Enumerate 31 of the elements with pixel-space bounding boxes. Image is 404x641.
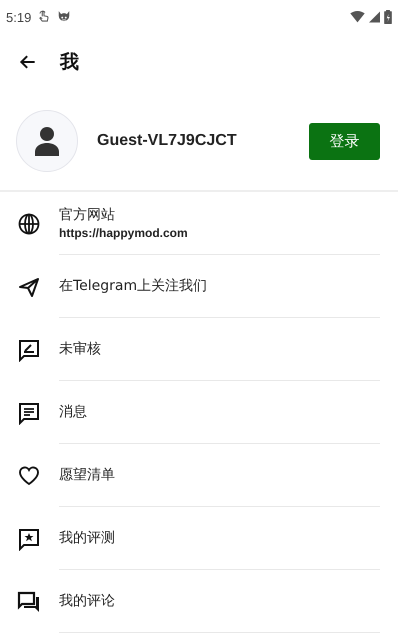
menu-item[interactable]: 在Telegram上关注我们 xyxy=(0,255,404,318)
heart-icon xyxy=(17,464,41,488)
menu-subtitle: https://happymod.com xyxy=(59,226,189,240)
menu-item[interactable]: 我的评论 xyxy=(0,570,404,633)
menu-item[interactable]: 官方网站 https://happymod.com xyxy=(0,192,404,255)
edit-comment-icon xyxy=(17,338,41,362)
menu-label: 愿望清单 xyxy=(59,466,116,484)
comments-icon xyxy=(17,590,41,614)
signal-icon xyxy=(369,11,380,23)
menu-label: 我的评论 xyxy=(59,592,116,610)
wifi-icon xyxy=(350,11,365,23)
user-name: Guest-VL7J9CJCT xyxy=(97,132,238,150)
menu-item[interactable]: 我的评测 xyxy=(0,507,404,570)
menu-item[interactable]: 消息 xyxy=(0,381,404,444)
login-button[interactable]: 登录 xyxy=(309,122,380,160)
menu-label: 我的评测 xyxy=(59,529,116,547)
star-comment-icon xyxy=(17,526,41,550)
touch-icon xyxy=(37,10,52,24)
menu-item[interactable]: 未审核 xyxy=(0,318,404,381)
message-icon xyxy=(17,400,41,424)
globe-icon xyxy=(17,212,41,236)
menu-label: 消息 xyxy=(59,403,88,421)
menu-label: 未审核 xyxy=(59,340,102,358)
menu-label: 在Telegram上关注我们 xyxy=(59,277,208,295)
menu-item[interactable]: 愿望清单 xyxy=(0,444,404,507)
devil-icon xyxy=(57,10,72,24)
status-time: 5:19 xyxy=(6,10,32,24)
page-title: 我 xyxy=(60,50,79,75)
menu-label: 官方网站 xyxy=(59,206,116,224)
person-icon xyxy=(35,126,59,156)
battery-icon xyxy=(384,10,392,24)
